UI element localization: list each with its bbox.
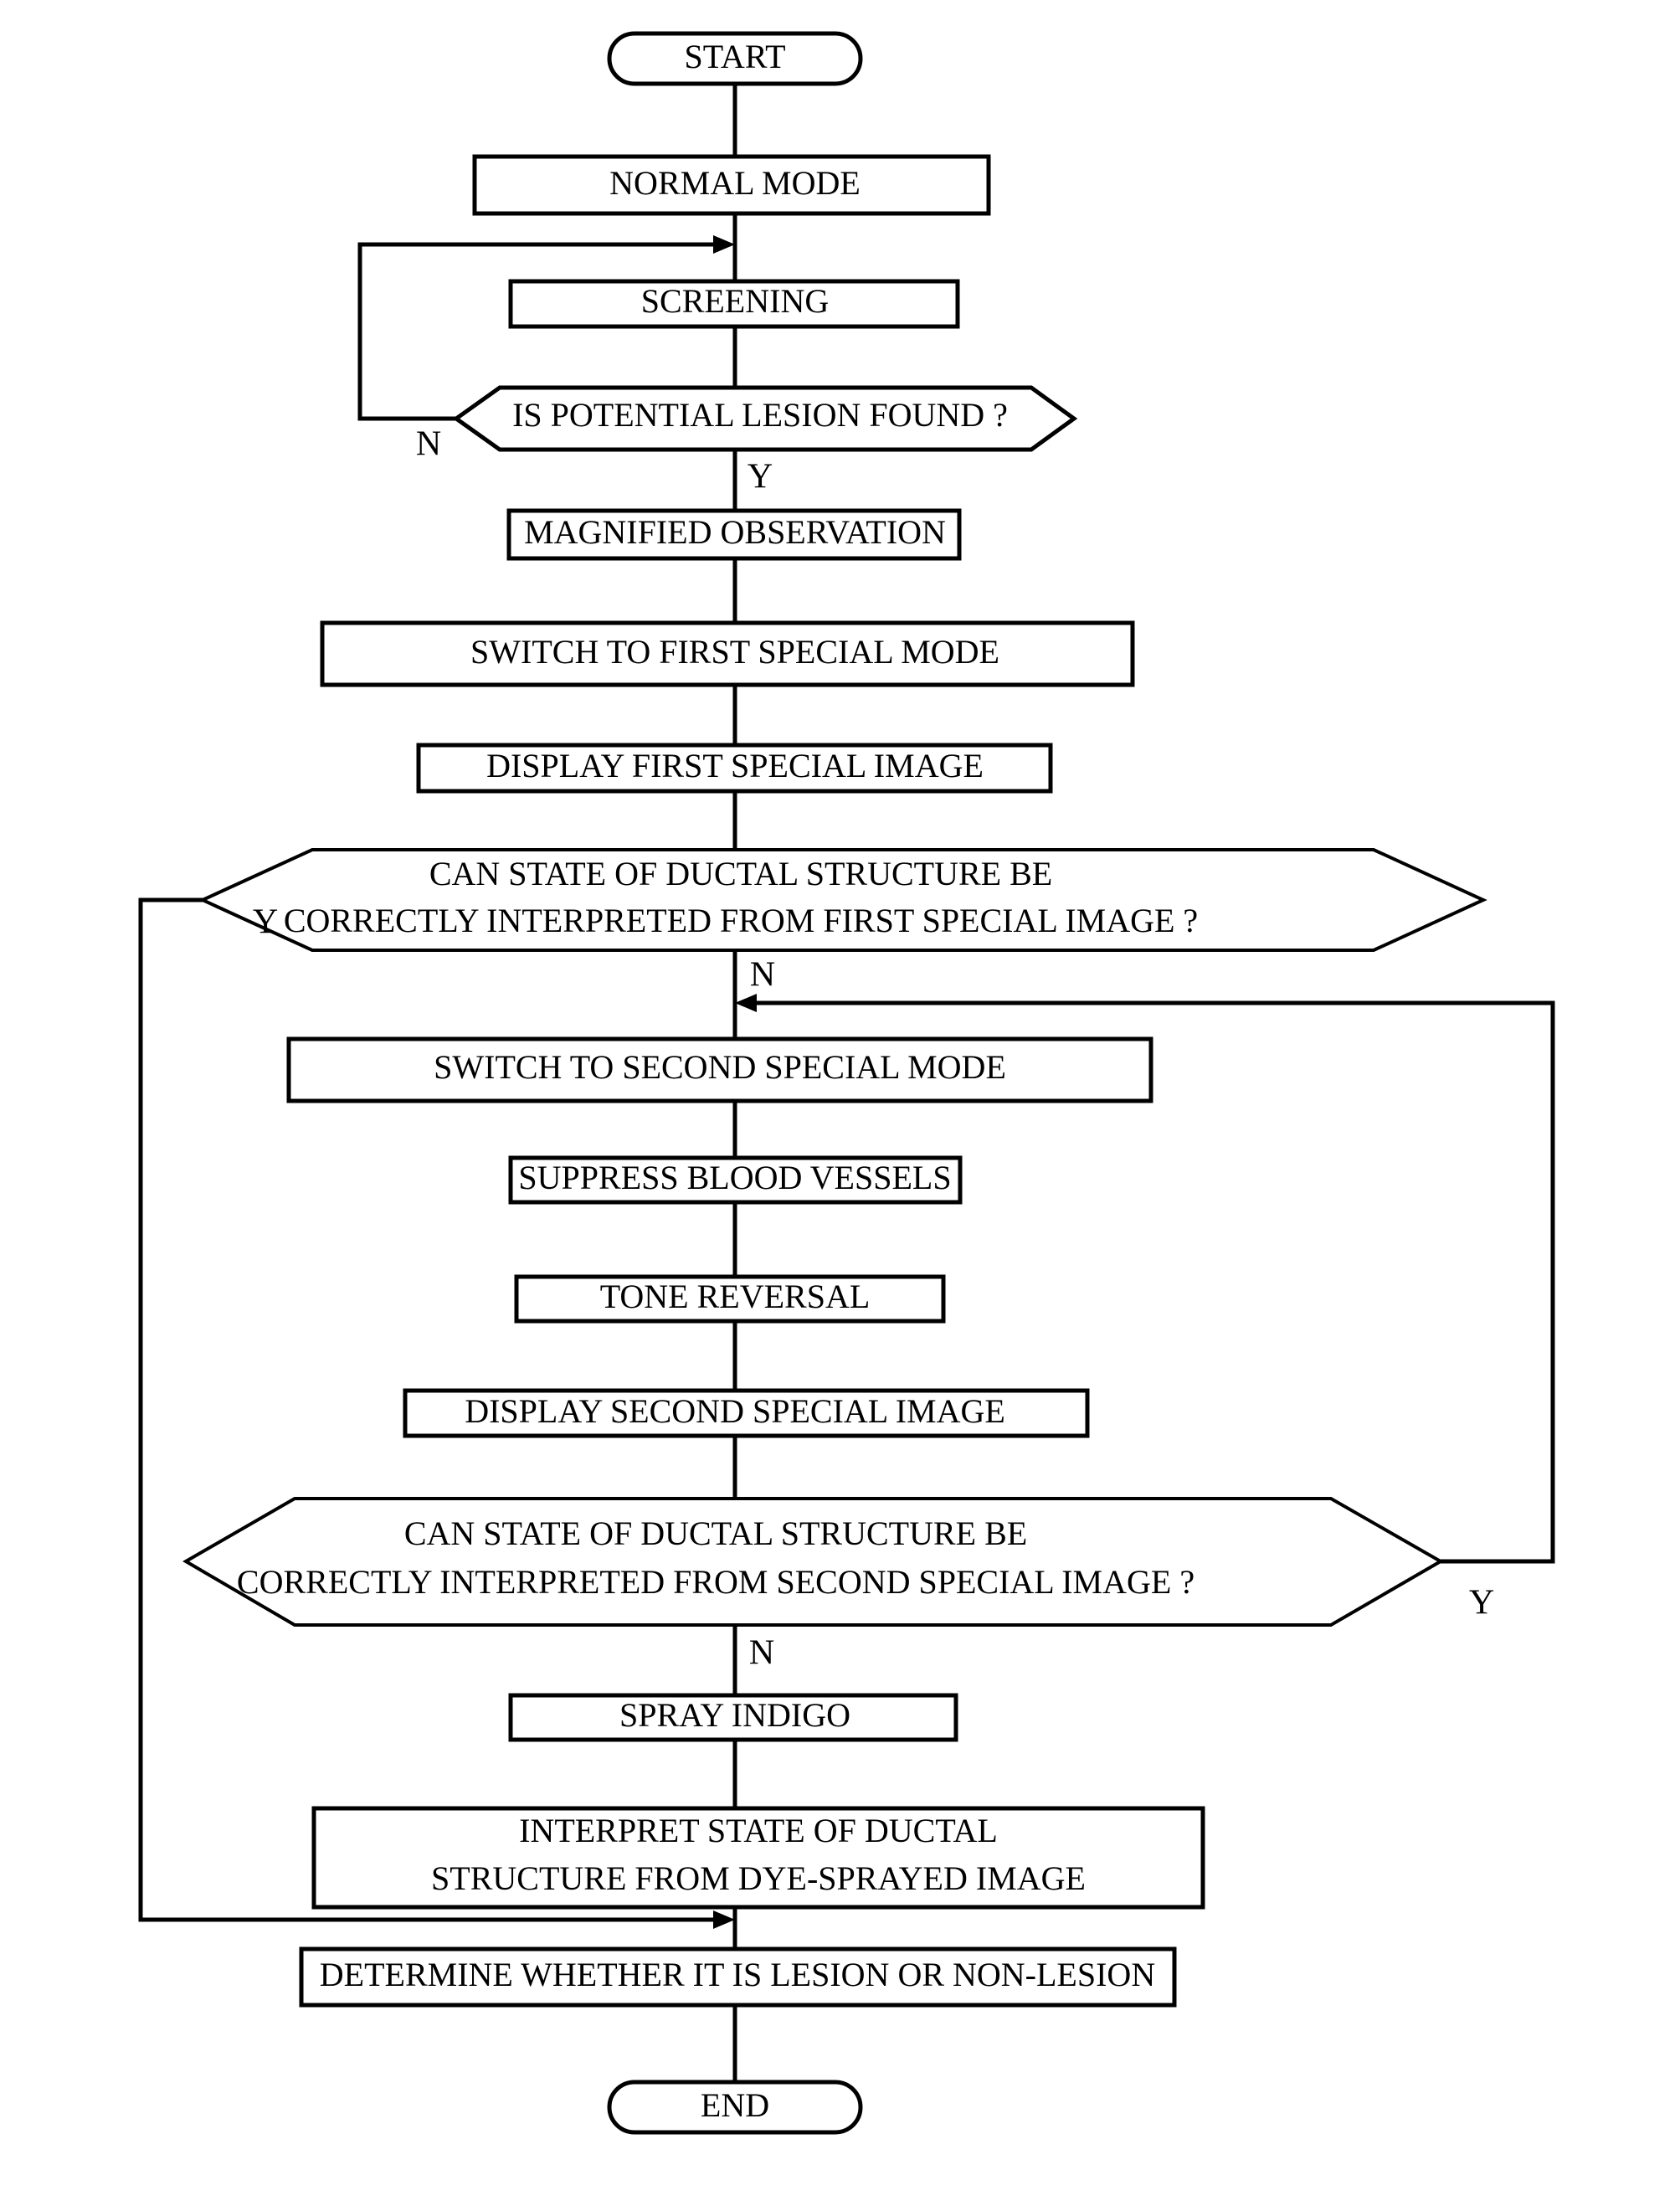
switch-first-special-mode-label: SWITCH TO FIRST SPECIAL MODE xyxy=(470,633,999,671)
branch-label-lesion-no: N xyxy=(416,425,441,464)
node-screening: SCREENING xyxy=(508,279,960,329)
branch-label-second-yes: Y xyxy=(1469,1584,1494,1622)
flowchart-diagram: START NORMAL MODE SCREENING IS POTENTIAL… xyxy=(138,31,1555,2135)
decision-first-special-image-label-line2: CORRECTLY INTERPRETED FROM FIRST SPECIAL… xyxy=(284,902,1198,939)
node-decision-lesion-found: IS POTENTIAL LESION FOUND ? xyxy=(452,385,1078,452)
switch-second-special-mode-label: SWITCH TO SECOND SPECIAL MODE xyxy=(434,1048,1006,1086)
screening-label: SCREENING xyxy=(641,282,829,320)
node-normal-mode: NORMAL MODE xyxy=(472,154,991,216)
node-decision-second-special-image: CAN STATE OF DUCTAL STRUCTURE BE CORRECT… xyxy=(182,1497,1445,1627)
spray-indigo-label: SPRAY INDIGO xyxy=(619,1696,850,1734)
node-display-first-special-image: DISPLAY FIRST SPECIAL IMAGE xyxy=(416,743,1053,794)
node-spray-indigo: SPRAY INDIGO xyxy=(508,1693,958,1742)
branch-label-first-yes: Y xyxy=(253,903,278,942)
node-interpret-ductal-structure: INTERPRET STATE OF DUCTAL STRUCTURE FROM… xyxy=(311,1806,1205,1910)
flowchart-canvas: START NORMAL MODE SCREENING IS POTENTIAL… xyxy=(0,0,1680,2206)
determine-lesion-label: DETERMINE WHETHER IT IS LESION OR NON-LE… xyxy=(320,1956,1155,1993)
node-start: START xyxy=(607,31,863,86)
node-magnified-observation: MAGNIFIED OBSERVATION xyxy=(506,508,962,561)
node-display-second-special-image: DISPLAY SECOND SPECIAL IMAGE xyxy=(403,1388,1090,1438)
end-label: END xyxy=(701,2086,769,2124)
arrowhead-decision2-yes-bypass xyxy=(713,1910,735,1929)
branch-label-first-no: N xyxy=(750,956,775,995)
node-tone-reversal: TONE REVERSAL xyxy=(514,1274,946,1324)
start-label: START xyxy=(684,38,785,75)
node-switch-first-special-mode: SWITCH TO FIRST SPECIAL MODE xyxy=(320,620,1135,687)
node-end: END xyxy=(607,2080,863,2135)
magnified-observation-label: MAGNIFIED OBSERVATION xyxy=(524,513,946,551)
decision-first-special-image-label-line1: CAN STATE OF DUCTAL STRUCTURE BE xyxy=(429,855,1052,892)
interpret-ductal-structure-label-line1: INTERPRET STATE OF DUCTAL xyxy=(519,1812,998,1849)
display-second-special-image-label: DISPLAY SECOND SPECIAL IMAGE xyxy=(465,1392,1005,1430)
tone-reversal-label: TONE REVERSAL xyxy=(600,1278,871,1315)
node-switch-second-special-mode: SWITCH TO SECOND SPECIAL MODE xyxy=(286,1036,1153,1103)
decision-lesion-found-label: IS POTENTIAL LESION FOUND ? xyxy=(512,396,1008,434)
node-decision-first-special-image: CAN STATE OF DUCTAL STRUCTURE BE CORRECT… xyxy=(198,848,1487,952)
decision-second-special-image-label-line1: CAN STATE OF DUCTAL STRUCTURE BE xyxy=(404,1514,1027,1552)
display-first-special-image-label: DISPLAY FIRST SPECIAL IMAGE xyxy=(486,747,984,784)
interpret-ductal-structure-label-line2: STRUCTURE FROM DYE-SPRAYED IMAGE xyxy=(431,1859,1086,1897)
node-suppress-blood-vessels: SUPPRESS BLOOD VESSELS xyxy=(508,1155,963,1205)
normal-mode-label: NORMAL MODE xyxy=(609,164,861,202)
node-determine-lesion: DETERMINE WHETHER IT IS LESION OR NON-LE… xyxy=(299,1946,1177,2008)
arrowhead-lesion-no-loopback xyxy=(713,235,735,254)
decision-second-special-image-label-line2: CORRECTLY INTERPRETED FROM SECOND SPECIA… xyxy=(237,1563,1194,1601)
arrowhead-decision3-yes-return xyxy=(735,994,757,1012)
suppress-blood-vessels-label: SUPPRESS BLOOD VESSELS xyxy=(518,1159,951,1196)
branch-label-second-no: N xyxy=(749,1634,774,1673)
branch-label-lesion-yes: Y xyxy=(748,458,773,496)
